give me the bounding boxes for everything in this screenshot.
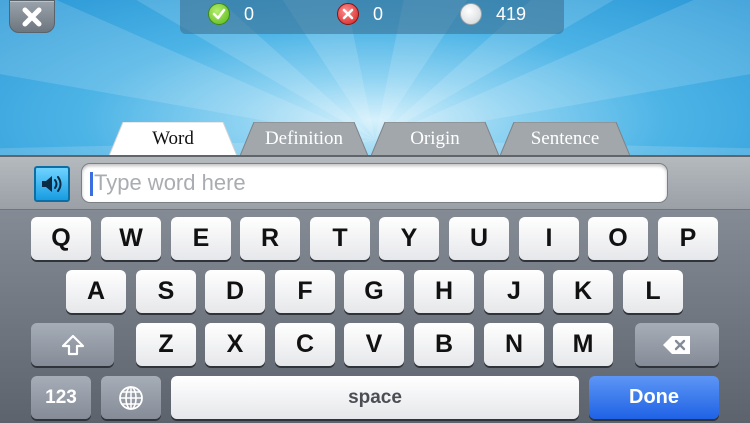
key-h[interactable]: H bbox=[414, 270, 474, 313]
key-e[interactable]: E bbox=[171, 217, 231, 260]
numbers-key[interactable]: 123 bbox=[31, 376, 91, 419]
tab-word[interactable]: Word bbox=[109, 122, 237, 156]
key-d[interactable]: D bbox=[205, 270, 265, 313]
tab-word-label: Word bbox=[152, 128, 194, 149]
key-k[interactable]: K bbox=[553, 270, 613, 313]
tab-origin-label: Origin bbox=[410, 128, 460, 149]
globe-key[interactable] bbox=[101, 376, 161, 419]
tab-sentence[interactable]: Sentence bbox=[500, 122, 630, 156]
key-t[interactable]: T bbox=[310, 217, 370, 260]
key-i[interactable]: I bbox=[519, 217, 579, 260]
correct-score: 0 bbox=[208, 0, 254, 28]
wrong-count: 0 bbox=[373, 3, 384, 24]
key-o[interactable]: O bbox=[588, 217, 648, 260]
key-u[interactable]: U bbox=[449, 217, 509, 260]
key-y[interactable]: Y bbox=[379, 217, 439, 260]
correct-count: 0 bbox=[244, 3, 255, 24]
close-button[interactable] bbox=[9, 0, 55, 33]
key-p[interactable]: P bbox=[658, 217, 718, 260]
backspace-key[interactable] bbox=[635, 323, 719, 366]
checkmark-icon bbox=[208, 3, 230, 25]
close-icon bbox=[22, 7, 42, 26]
key-j[interactable]: J bbox=[484, 270, 544, 313]
speaker-icon bbox=[42, 176, 62, 192]
input-bar: Type word here bbox=[0, 155, 750, 210]
space-key[interactable]: space bbox=[171, 376, 579, 419]
remaining-count: 419 bbox=[496, 3, 527, 24]
key-f[interactable]: F bbox=[275, 270, 335, 313]
tab-sentence-label: Sentence bbox=[530, 128, 600, 149]
speaker-button[interactable] bbox=[34, 166, 70, 202]
tab-definition[interactable]: Definition bbox=[240, 122, 368, 156]
key-z[interactable]: Z bbox=[136, 323, 196, 366]
key-m[interactable]: M bbox=[553, 323, 613, 366]
text-caret bbox=[90, 172, 93, 196]
tab-definition-label: Definition bbox=[264, 128, 344, 149]
x-icon bbox=[337, 3, 359, 25]
tab-origin[interactable]: Origin bbox=[371, 122, 499, 156]
shift-key[interactable] bbox=[31, 323, 114, 366]
circle-icon bbox=[460, 3, 482, 25]
key-l[interactable]: L bbox=[623, 270, 683, 313]
score-bar: 0 0 419 bbox=[180, 0, 564, 34]
remaining-score: 419 bbox=[460, 0, 526, 28]
key-b[interactable]: B bbox=[414, 323, 474, 366]
key-x[interactable]: X bbox=[205, 323, 265, 366]
key-r[interactable]: R bbox=[240, 217, 300, 260]
shift-icon bbox=[61, 334, 84, 355]
key-n[interactable]: N bbox=[484, 323, 544, 366]
key-q[interactable]: Q bbox=[31, 217, 91, 260]
done-button[interactable]: Done bbox=[589, 376, 719, 419]
keyboard: Q W E R T Y U I O P A S D F G H J K L Z … bbox=[0, 210, 750, 423]
backspace-icon bbox=[663, 335, 690, 354]
globe-icon bbox=[119, 385, 143, 410]
key-c[interactable]: C bbox=[275, 323, 335, 366]
word-input[interactable]: Type word here bbox=[81, 163, 668, 203]
word-input-placeholder: Type word here bbox=[94, 170, 246, 195]
key-v[interactable]: V bbox=[344, 323, 404, 366]
key-a[interactable]: A bbox=[66, 270, 126, 313]
key-s[interactable]: S bbox=[136, 270, 196, 313]
key-g[interactable]: G bbox=[344, 270, 404, 313]
wrong-score: 0 bbox=[337, 0, 383, 28]
key-w[interactable]: W bbox=[101, 217, 161, 260]
